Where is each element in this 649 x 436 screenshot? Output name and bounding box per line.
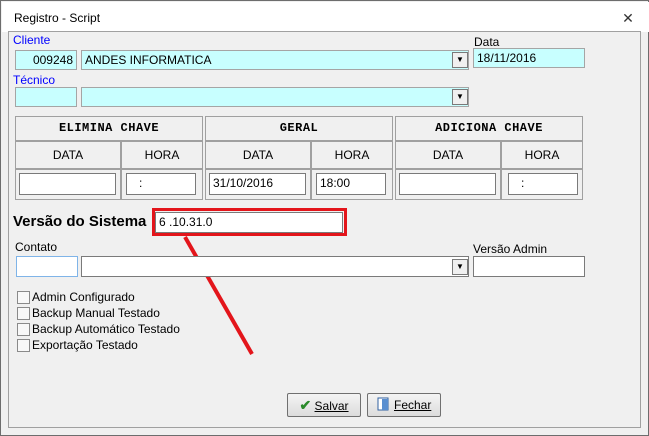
close-icon[interactable]: ✕ [619,9,637,27]
chevron-down-icon[interactable]: ▼ [452,52,468,68]
chevron-down-icon[interactable]: ▼ [452,89,468,105]
contato-label: Contato [15,240,58,254]
geral-data-header: DATA [205,141,311,169]
close-button[interactable]: Fechar [367,393,441,417]
versao-admin-field[interactable] [473,256,585,277]
geral-hora-header: HORA [311,141,393,169]
tecnico-select[interactable] [81,87,469,107]
section-header-elimina-chave: ELIMINA CHAVE [15,116,203,141]
checkmark-icon: ✔ [299,397,312,413]
cliente-name-value: ANDES INFORMATICA [85,53,212,67]
versao-sistema-label: Versão do Sistema : [13,213,156,230]
checkbox-label: Exportação Testado [32,338,138,352]
tecnico-label: Técnico [13,73,56,87]
section-header-geral: GERAL [205,116,393,141]
adiciona-hora-input[interactable]: : [508,173,578,195]
adiciona-data-header: DATA [395,141,501,169]
close-button-label: Fechar [393,398,432,412]
checkbox-backup-automatico[interactable] [17,323,30,336]
section-header-adiciona-chave: ADICIONA CHAVE [395,116,583,141]
contato-code-field[interactable] [16,256,78,277]
checkbox-label: Admin Configurado [32,290,135,304]
data-label: Data [474,35,500,49]
checkbox-admin-configurado[interactable] [17,291,30,304]
save-button-label: Salvar [314,399,349,413]
save-button[interactable]: ✔ Salvar [287,393,361,417]
adiciona-data-input[interactable] [399,173,496,195]
data-field[interactable]: 18/11/2016 [473,48,585,68]
adiciona-hora-header: HORA [501,141,583,169]
chevron-down-icon[interactable]: ▼ [452,259,468,275]
checkbox-backup-manual[interactable] [17,307,30,320]
window-title: Registro - Script [14,11,101,25]
tecnico-code-field[interactable] [15,87,77,107]
checkbox-label: Backup Automático Testado [32,322,180,336]
highlight-box [152,208,347,236]
geral-data-input[interactable]: 31/10/2016 [209,173,306,195]
annotation-line [183,236,254,355]
cliente-name-select[interactable]: ANDES INFORMATICA [81,50,469,70]
versao-admin-label: Versão Admin [473,242,548,256]
checkbox-exportacao[interactable] [17,339,30,352]
door-icon [377,397,389,411]
annotation-arrow [183,236,254,355]
contato-select[interactable] [81,256,469,277]
elimina-hora-header: HORA [121,141,203,169]
geral-hora-input[interactable]: 18:00 [316,173,386,195]
elimina-hora-input[interactable]: : [126,173,196,195]
elimina-data-header: DATA [15,141,121,169]
elimina-data-input[interactable] [19,173,116,195]
cliente-code-field[interactable]: 009248 [15,50,77,70]
cliente-label: Cliente [13,33,51,47]
checkbox-label: Backup Manual Testado [32,306,160,320]
